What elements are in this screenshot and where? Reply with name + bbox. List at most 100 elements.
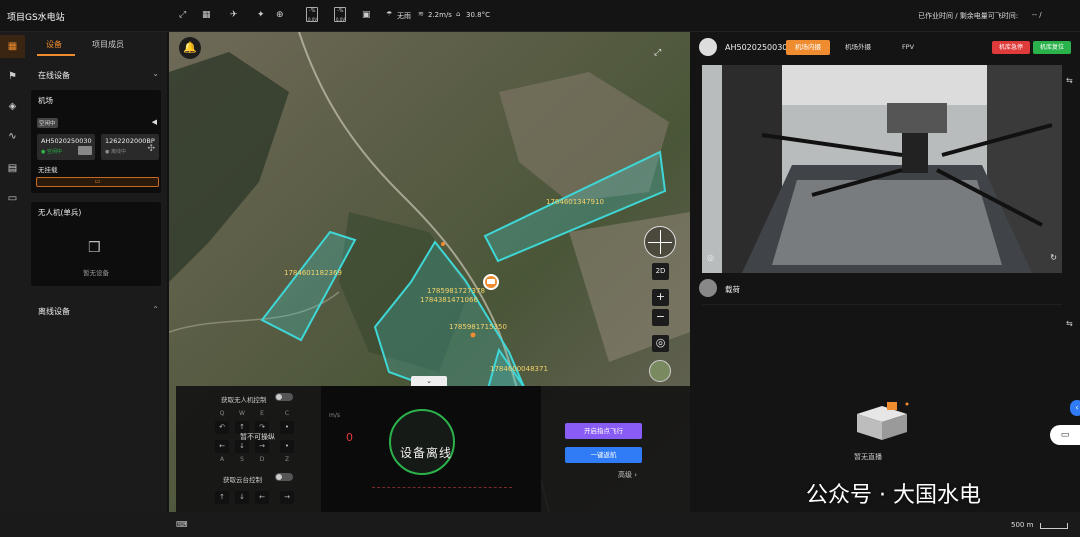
temperature: 30.8°C <box>466 11 490 19</box>
empty-box-icon: ❒ <box>88 240 101 256</box>
tab-members[interactable]: 项目成员 <box>92 39 124 50</box>
tab-fpv[interactable]: FPV <box>886 40 930 55</box>
area-label: 1784381471066 <box>420 296 478 304</box>
fullscreen-icon[interactable]: ⤢ <box>654 48 661 58</box>
battery-1-label: -% <box>309 8 316 14</box>
no-mount-label: 无挂载 <box>38 166 58 174</box>
left-panel: 设备 项目成员 在线设备 ⌄ 机场 空闲中 ◀ AH5020250030 ● 空… <box>25 32 168 512</box>
dock-tile-1[interactable]: AH5020250030 ● 空闲中 <box>37 134 95 160</box>
key-down[interactable]: • <box>280 440 294 453</box>
refresh-icon[interactable]: ↻ <box>1050 253 1057 262</box>
dock-control-button[interactable]: ▭ <box>36 177 159 187</box>
dock-id: AH5020250030 <box>41 137 92 145</box>
camera-settings-icon[interactable]: ◎ <box>707 253 714 262</box>
key-left[interactable]: ← <box>215 440 229 453</box>
flag-icon[interactable]: ⚑ <box>6 70 19 83</box>
device-offline-text: 设备离线 <box>400 446 453 460</box>
battery-2-label: -% <box>337 8 344 14</box>
bottom-bar: ⌨ 500 m <box>0 512 1080 537</box>
work-time-value: -- / <box>1032 11 1042 19</box>
area-label: 1785981715350 <box>449 323 507 331</box>
no-op-text: 暂不可操纵 <box>240 433 275 441</box>
expand-panel-button[interactable]: ⌄ <box>411 376 447 386</box>
tab-indicator <box>37 54 75 56</box>
uav-control-toggle[interactable] <box>275 393 293 401</box>
payload-title: 载荷 <box>725 285 740 294</box>
speed-value: 0 <box>346 431 353 444</box>
key-rotate-left[interactable]: ↶ <box>215 421 229 434</box>
wind-icon: ≋ <box>418 10 424 18</box>
uav-control-label: 获取无人机控制 <box>221 396 267 404</box>
dock-tile-2[interactable]: 1262202000BP ● 离线中 ✣ <box>101 134 159 160</box>
chevron-down-icon: ⌄ <box>152 69 159 78</box>
folder-icon[interactable]: ▭ <box>6 192 19 205</box>
area-label: 1784601347910 <box>546 198 604 206</box>
icon-rail: ▦ ⚑ ◈ ∿ ▤ ▭ ⇥ <box>0 32 25 537</box>
area-label: 1784601182369 <box>284 269 342 277</box>
key-label: Z <box>284 456 290 463</box>
swap-icon[interactable]: ⇆ <box>1066 319 1073 328</box>
dock-camera-video[interactable]: ◎ ↻ <box>702 65 1062 273</box>
avatar <box>699 279 717 297</box>
rain-icon: ☂ <box>386 10 393 18</box>
flight-control-panel: 获取无人机控制 Q W E C ↶ ↑ ↷ • ← ↓ → • 暂不可操纵 A … <box>176 386 690 512</box>
speed-unit: m/s <box>329 412 340 419</box>
right-panel: AH5020250030 机场内摄 机场外摄 FPV 机库急停 机库复位 ◎ ↻… <box>691 32 1080 512</box>
warning-line <box>372 487 512 491</box>
drone-icon: ✈ <box>230 10 238 20</box>
speaker-icon[interactable]: ◀ <box>152 118 157 126</box>
work-time-label: 已作业时间 / 剩余电量可飞时间: <box>918 12 1019 20</box>
dock-card-title: 机场 <box>38 96 53 105</box>
zoom-out-button[interactable]: − <box>652 309 669 326</box>
dock-reset-button[interactable]: 机库复位 <box>1033 41 1071 54</box>
chat-icon[interactable]: ▭ <box>1050 425 1080 445</box>
keyboard-icon[interactable]: ⌨ <box>176 520 188 529</box>
dock-status-icon: ▦ <box>202 10 211 20</box>
advanced-link[interactable]: 高级 › <box>618 470 637 480</box>
dock-icon <box>78 146 92 155</box>
offline-devices-header[interactable]: 离线设备 ⌃ <box>25 302 168 320</box>
top-bar: 项目GS水电站 ⤢ ▦ ✈ ✦ ⊕ -% 0.0V -% 0.0V ▣ ☂ 无雨… <box>0 0 1080 32</box>
devices-icon[interactable]: ▦ <box>6 40 19 53</box>
gimbal-left[interactable]: ← <box>255 491 269 504</box>
gimbal-down[interactable]: ↓ <box>235 491 249 504</box>
layer-switch-icon[interactable] <box>649 360 671 382</box>
online-devices-title: 在线设备 <box>38 71 70 80</box>
key-up[interactable]: • <box>280 421 294 434</box>
gps-icon: ⊕ <box>276 10 284 20</box>
attitude-indicator <box>389 409 455 475</box>
route-icon[interactable]: ∿ <box>6 130 19 143</box>
online-devices-header[interactable]: 在线设备 ⌄ <box>25 66 168 84</box>
calendar-icon[interactable]: ▤ <box>6 162 19 175</box>
tab-dock-outer-camera[interactable]: 机场外摄 <box>836 40 880 55</box>
zoom-in-button[interactable]: + <box>652 289 669 306</box>
side-expand-button[interactable]: ‹ <box>1070 400 1080 416</box>
bell-icon[interactable]: 🔔 <box>179 37 201 59</box>
area-label: 1784600048371 <box>490 365 548 373</box>
satellite-icon: ✦ <box>257 10 265 20</box>
return-home-button[interactable]: 一键返航 <box>565 447 642 463</box>
gimbal-right[interactable]: → <box>280 491 294 504</box>
battery-2-volt: 0.0V <box>336 17 346 22</box>
locate-icon[interactable]: ◎ <box>652 335 669 352</box>
tab-devices[interactable]: 设备 <box>46 39 62 50</box>
gimbal-up[interactable]: ↑ <box>215 491 229 504</box>
gimbal-control-toggle[interactable] <box>275 473 293 481</box>
dock-state: ● 离线中 <box>105 149 126 155</box>
layers-icon[interactable]: ◈ <box>6 100 19 113</box>
key-label: Q <box>219 410 225 417</box>
uav-card: 无人机(单兵) ❒ 暂无设备 <box>31 202 161 286</box>
no-live-text: 暂无直播 <box>854 453 882 461</box>
offline-devices-title: 离线设备 <box>38 307 70 316</box>
compass-icon[interactable] <box>644 226 676 258</box>
battery-1-volt: 0.0V <box>308 17 318 22</box>
map-scale-bar <box>1040 523 1068 529</box>
swap-icon[interactable]: ⇆ <box>1066 76 1073 85</box>
chevron-up-icon: ⌃ <box>152 305 159 314</box>
dot-flight-button[interactable]: 开启指点飞行 <box>565 423 642 439</box>
tab-dock-inner-camera[interactable]: 机场内摄 <box>786 40 830 55</box>
drone-icon: ✣ <box>147 144 155 154</box>
fullscreen-icon[interactable]: ⤢ <box>179 10 186 20</box>
emergency-stop-button[interactable]: 机库急停 <box>992 41 1030 54</box>
view-mode-button[interactable]: 2D <box>652 263 669 280</box>
